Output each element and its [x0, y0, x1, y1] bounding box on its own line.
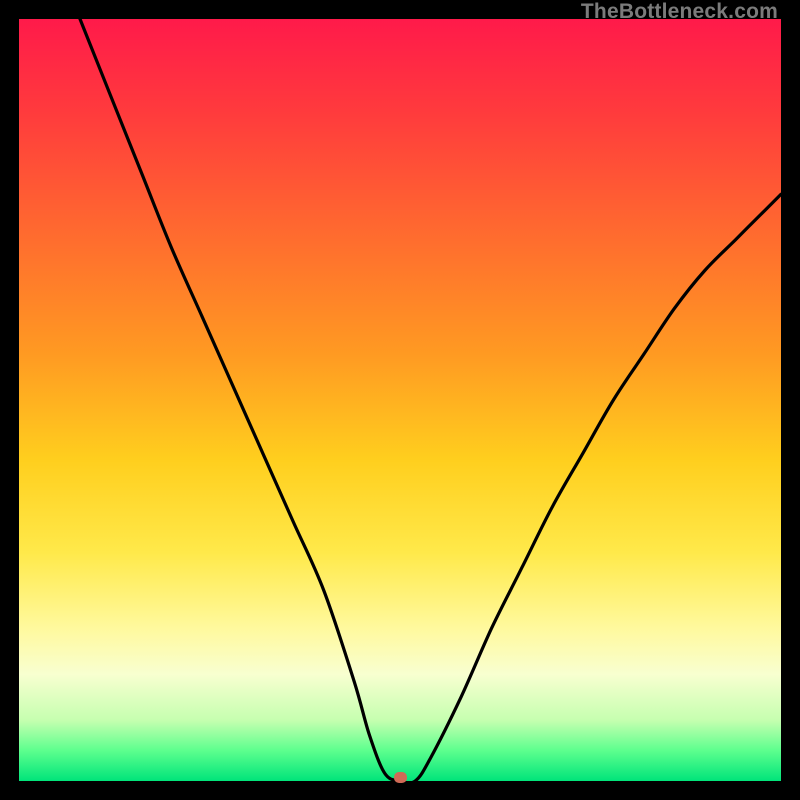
optimal-point-marker [394, 772, 407, 783]
curve-path [80, 19, 781, 783]
outer-frame: TheBottleneck.com [0, 0, 800, 800]
bottleneck-curve [19, 19, 781, 781]
